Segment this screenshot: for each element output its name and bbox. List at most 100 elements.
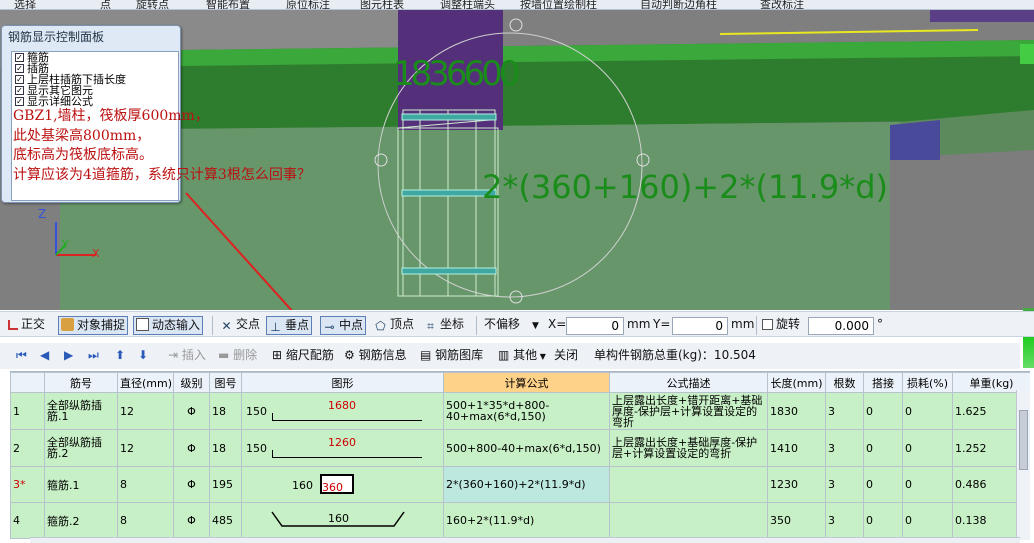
- checkbox[interactable]: ✓: [15, 97, 24, 106]
- cell-description[interactable]: 上层露出长度+错开距离+基础厚度-保护层+计算设置设定的弯折: [609, 392, 768, 430]
- coordinate-button[interactable]: ⌗ 坐标: [422, 316, 466, 335]
- rebar-library-button[interactable]: ▤ 钢筋图库: [418, 347, 485, 366]
- vertex-button[interactable]: ⬠ 顶点: [372, 316, 416, 335]
- column-header[interactable]: 搭接: [863, 372, 903, 393]
- next-record-icon[interactable]: ▶: [62, 347, 75, 366]
- column-header[interactable]: 筋号: [44, 372, 118, 393]
- rotate-toggle[interactable]: 旋转: [760, 316, 802, 335]
- menu-item[interactable]: 原位标注: [286, 0, 330, 9]
- cell-formula[interactable]: 500+1*35*d+800-40+max(6*d,150): [443, 392, 610, 430]
- cell-grade[interactable]: Φ: [173, 392, 210, 430]
- cell-figure-no[interactable]: 18: [209, 429, 242, 467]
- cell-grade[interactable]: Φ: [173, 429, 210, 467]
- first-record-icon[interactable]: ⏮: [14, 347, 29, 366]
- last-record-icon[interactable]: ⏭: [86, 347, 101, 366]
- menu-item[interactable]: 调整柱端头: [440, 0, 495, 9]
- cell-shape[interactable]: 160: [241, 502, 444, 539]
- menu-item[interactable]: 智能布置: [206, 0, 250, 9]
- column-header[interactable]: 直径(mm): [117, 372, 174, 393]
- checkbox[interactable]: ✓: [15, 75, 24, 84]
- intersection-button[interactable]: ✕ 交点: [218, 316, 262, 335]
- cell-lap[interactable]: 0: [863, 392, 903, 430]
- midpoint-button[interactable]: ⊸ 中点: [320, 316, 367, 335]
- column-header[interactable]: [10, 372, 45, 393]
- cell-name[interactable]: 全部纵筋插筋.2: [44, 429, 118, 467]
- cell-formula[interactable]: 160+2*(11.9*d): [443, 502, 610, 539]
- cell-length[interactable]: 1410: [767, 429, 826, 467]
- cell-formula[interactable]: 2*(360+160)+2*(11.9*d): [443, 466, 610, 503]
- cell-grade[interactable]: Φ: [173, 466, 210, 503]
- cell-name[interactable]: 全部纵筋插筋.1: [44, 392, 118, 430]
- horizontal-scrollbar[interactable]: [30, 537, 1020, 543]
- checkbox[interactable]: ✓: [15, 53, 24, 62]
- cell-length[interactable]: 350: [767, 502, 826, 539]
- cell-shape[interactable]: 160 360: [241, 466, 444, 503]
- x-coordinate-input[interactable]: 0: [566, 317, 624, 335]
- cell-loss[interactable]: 0: [902, 466, 953, 503]
- cell-diameter[interactable]: 12: [117, 429, 174, 467]
- cell-loss[interactable]: 0: [902, 429, 953, 467]
- checkbox[interactable]: [762, 319, 773, 330]
- cell-grade[interactable]: Φ: [173, 502, 210, 539]
- cell-count[interactable]: 3: [825, 429, 864, 467]
- scroll-thumb[interactable]: [1019, 410, 1028, 470]
- 3d-viewport[interactable]: 1836600 2*(360+160)+2*(11.9*d) Z Y X 钢筋显…: [0, 10, 1034, 310]
- cell-description[interactable]: 上层露出长度+基础厚度-保护层+计算设置设定的弯折: [609, 429, 768, 467]
- menu-item[interactable]: 点: [100, 0, 111, 9]
- checkbox[interactable]: ✓: [15, 64, 24, 73]
- offset-select[interactable]: 不偏移 ▼: [482, 316, 541, 335]
- cell-count[interactable]: 3: [825, 502, 864, 539]
- table-row[interactable]: 2 全部纵筋插筋.2 12 Φ 18 150 1260 500+800-40+m…: [10, 429, 1030, 467]
- cell-figure-no[interactable]: 18: [209, 392, 242, 430]
- other-menu-button[interactable]: ▥ 其他 ▼: [496, 347, 548, 366]
- rebar-info-button[interactable]: ⚙ 钢筋信息: [342, 347, 409, 366]
- column-header[interactable]: 级别: [173, 372, 210, 393]
- cell-count[interactable]: 3: [825, 466, 864, 503]
- y-coordinate-input[interactable]: 0: [672, 317, 728, 335]
- table-row[interactable]: 1 全部纵筋插筋.1 12 Φ 18 150 1680 500+1*35*d+8…: [10, 392, 1030, 430]
- menu-item[interactable]: 选择: [14, 0, 36, 9]
- cell-diameter[interactable]: 8: [117, 502, 174, 539]
- menu-item[interactable]: 旋转点: [136, 0, 169, 9]
- menu-item[interactable]: 自动判断边角柱: [640, 0, 717, 9]
- column-header[interactable]: 图号: [209, 372, 242, 393]
- cell-loss[interactable]: 0: [902, 502, 953, 539]
- cell-length[interactable]: 1830: [767, 392, 826, 430]
- cell-description[interactable]: [609, 502, 768, 539]
- cell-diameter[interactable]: 12: [117, 392, 174, 430]
- cell-lap[interactable]: 0: [863, 429, 903, 467]
- table-row-current[interactable]: 3* 箍筋.1 8 Φ 195 160 360 2*(360+160)+2*(1…: [10, 466, 1030, 503]
- insert-button[interactable]: ⇥ 插入: [166, 347, 208, 366]
- ortho-button[interactable]: 正交: [6, 316, 47, 335]
- checkbox-row[interactable]: ✓ 显示详细公式: [12, 96, 178, 107]
- close-button[interactable]: 关闭: [552, 347, 580, 366]
- cell-diameter[interactable]: 8: [117, 466, 174, 503]
- delete-button[interactable]: ▬ 删除: [216, 347, 259, 366]
- column-header[interactable]: 根数: [825, 372, 864, 393]
- cell-name[interactable]: 箍筋.1: [44, 466, 118, 503]
- menu-item[interactable]: 按墙位置绘制柱: [520, 0, 597, 9]
- table-row[interactable]: 4 箍筋.2 8 Φ 485 160 160+2*(11.9*d) 350 3: [10, 502, 1030, 539]
- cell-shape[interactable]: 150 1260: [241, 429, 444, 467]
- vertical-scrollbar[interactable]: [1016, 390, 1030, 540]
- rotate-input[interactable]: 0.000: [808, 317, 874, 335]
- snap-button[interactable]: 对象捕捉: [58, 316, 129, 335]
- column-header[interactable]: 计算公式: [443, 372, 610, 393]
- scale-rebar-button[interactable]: ⊞ 缩尺配筋: [270, 347, 336, 366]
- cell-lap[interactable]: 0: [863, 466, 903, 503]
- checkbox[interactable]: ✓: [15, 86, 24, 95]
- cell-count[interactable]: 3: [825, 392, 864, 430]
- menu-item[interactable]: 图元柱表: [360, 0, 404, 9]
- cell-loss[interactable]: 0: [902, 392, 953, 430]
- dynamic-input-button[interactable]: 动态输入: [133, 316, 204, 335]
- move-up-icon[interactable]: ⬆: [113, 347, 127, 366]
- menu-item[interactable]: 查改标注: [760, 0, 804, 9]
- cell-lap[interactable]: 0: [863, 502, 903, 539]
- cell-shape[interactable]: 150 1680: [241, 392, 444, 430]
- cell-figure-no[interactable]: 485: [209, 502, 242, 539]
- column-header[interactable]: 长度(mm): [767, 372, 826, 393]
- cell-formula[interactable]: 500+800-40+max(6*d,150): [443, 429, 610, 467]
- move-down-icon[interactable]: ⬇: [136, 347, 150, 366]
- cell-length[interactable]: 1230: [767, 466, 826, 503]
- cell-description[interactable]: [609, 466, 768, 503]
